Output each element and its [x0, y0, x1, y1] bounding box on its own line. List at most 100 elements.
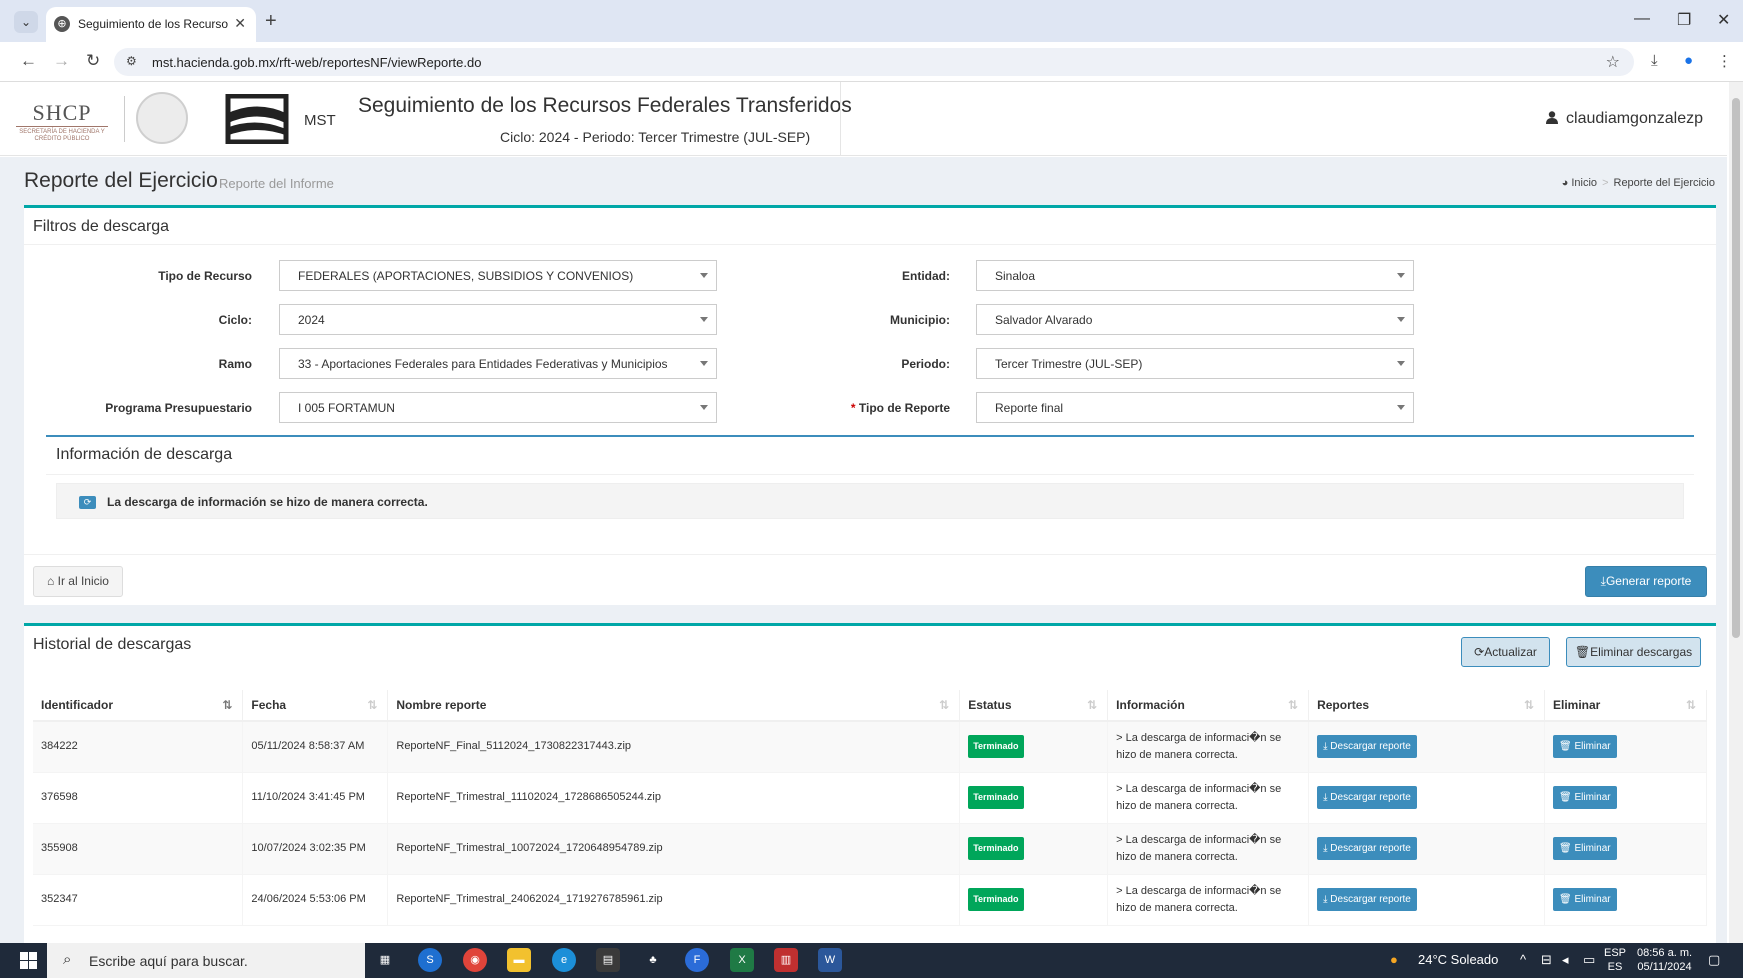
delete-button[interactable]: 🗑 Eliminar [1553, 888, 1617, 911]
download-icon[interactable]: ⤓ [1651, 52, 1658, 69]
restore-button[interactable]: ❐ [1677, 10, 1691, 30]
taskbar-search[interactable]: ⌕ Escribe aquí para buscar. [47, 943, 365, 978]
tipo-reporte-label: * Tipo de Reporte [764, 401, 950, 415]
tipo-recurso-label: Tipo de Recurso [158, 269, 252, 283]
people-app-icon[interactable]: ♣ [641, 948, 665, 972]
chevron-down-icon [1397, 317, 1405, 322]
delete-downloads-button[interactable]: 🗑Eliminar descargas [1566, 637, 1701, 667]
periodo-select[interactable]: Tercer Trimestre (JUL-SEP) [976, 348, 1414, 379]
download-report-button[interactable]: ⤓ Descargar reporte [1317, 786, 1417, 809]
col-fecha[interactable]: Fecha ⇅ [242, 690, 389, 722]
col-estatus[interactable]: Estatus ⇅ [959, 690, 1109, 722]
programa-value: I 005 FORTAMUN [298, 401, 395, 415]
calculator-icon[interactable]: ▤ [596, 948, 620, 972]
file-explorer-icon[interactable]: ▬ [507, 948, 531, 972]
action-center-icon[interactable]: ▢ [1708, 952, 1720, 968]
language-indicator[interactable]: ESP ES [1604, 946, 1626, 974]
download-icon: ⤓ [1323, 741, 1328, 753]
page-scrollbar[interactable] [1729, 82, 1743, 943]
page-title: Reporte del Ejercicio [24, 169, 218, 192]
profile-icon[interactable]: ● [1684, 52, 1693, 69]
app-f-icon[interactable]: F [685, 948, 709, 972]
weather-icon[interactable]: ● [1390, 952, 1398, 967]
tipo-reporte-select[interactable]: Reporte final [976, 392, 1414, 423]
row-nombre: ReporteNF_Trimestral_24062024_1719276785… [387, 874, 961, 926]
municipio-select[interactable]: Salvador Alvarado [976, 304, 1414, 335]
tray-chevron-icon[interactable]: ^ [1520, 952, 1526, 967]
user-menu[interactable]: claudiamgonzalezp [1546, 110, 1703, 128]
edge-icon[interactable]: e [552, 948, 576, 972]
network-icon[interactable]: ⊟ [1541, 952, 1552, 968]
refresh-button[interactable]: ⟳Actualizar [1461, 637, 1550, 667]
home-button[interactable]: ⌂ Ir al Inicio [33, 566, 123, 597]
row-eliminar: 🗑 Eliminar [1544, 874, 1707, 926]
row-nombre: ReporteNF_Trimestral_10072024_1720648954… [387, 823, 961, 875]
flag-app-icon[interactable]: ▥ [774, 948, 798, 972]
scrollbar-thumb[interactable] [1732, 98, 1740, 638]
search-placeholder: Escribe aquí para buscar. [89, 953, 248, 969]
ramo-select[interactable]: 33 - Aportaciones Federales para Entidad… [279, 348, 717, 379]
taskbar: ⌕ Escribe aquí para buscar. ▦ S ◉ ▬ e ▤ … [0, 943, 1743, 978]
tab-search-button[interactable]: ⌄ [14, 11, 38, 33]
download-report-label: Descargar reporte [1330, 792, 1411, 803]
sort-icon: ⇅ [1685, 698, 1696, 712]
download-report-button[interactable]: ⤓ Descargar reporte [1317, 837, 1417, 860]
row-eliminar: 🗑 Eliminar [1544, 721, 1707, 773]
refresh-label: Actualizar [1484, 645, 1537, 659]
table-row: 355908 10/07/2024 3:02:35 PM ReporteNF_T… [33, 823, 1707, 875]
generate-report-button[interactable]: ⤓Generar reporte [1585, 566, 1707, 597]
tab-title: Seguimiento de los Recursos F [78, 17, 228, 31]
delete-button[interactable]: 🗑 Eliminar [1553, 735, 1617, 759]
reload-button[interactable]: ↻ [86, 51, 100, 71]
task-view-icon[interactable]: ▦ [373, 948, 397, 972]
col-informacion[interactable]: Información ⇅ [1107, 690, 1310, 722]
row-reportes: ⤓ Descargar reporte [1308, 823, 1545, 875]
volume-icon[interactable]: ◂ [1562, 952, 1569, 968]
delete-label: Eliminar [1574, 741, 1611, 753]
excel-icon[interactable]: X [730, 948, 754, 972]
browser-tab[interactable]: ⊕ Seguimiento de los Recursos F ✕ [46, 7, 256, 42]
new-tab-button[interactable]: + [265, 10, 277, 33]
national-seal-icon [136, 92, 188, 144]
url-bar[interactable]: ⚙ mst.hacienda.gob.mx/rft-web/reportesNF… [114, 48, 1634, 76]
close-window-button[interactable]: ✕ [1717, 10, 1730, 30]
municipio-label: Municipio: [890, 313, 950, 327]
bookmark-star-icon[interactable]: ☆ [1606, 52, 1620, 72]
download-report-button[interactable]: ⤓ Descargar reporte [1317, 888, 1417, 911]
col-nombre[interactable]: Nombre reporte ⇅ [387, 690, 961, 722]
chrome-icon[interactable]: ◉ [463, 948, 487, 972]
delete-button[interactable]: 🗑 Eliminar [1553, 837, 1617, 860]
site-settings-icon[interactable]: ⚙ [126, 54, 137, 68]
browser-tabbar: ⌄ ⊕ Seguimiento de los Recursos F ✕ + — … [0, 0, 1743, 42]
word-icon[interactable]: W [818, 948, 842, 972]
menu-kebab-icon[interactable]: ⋮ [1717, 52, 1732, 70]
download-alert: ⟳ La descarga de información se hizo de … [56, 483, 1684, 519]
minimize-button[interactable]: — [1634, 10, 1650, 28]
trash-icon: 🗑 [1559, 741, 1572, 753]
close-tab-icon[interactable]: ✕ [234, 15, 246, 32]
entidad-label: Entidad: [902, 269, 950, 283]
forward-button[interactable]: → [53, 51, 70, 71]
notification-status-icon[interactable]: ▭ [1583, 952, 1595, 968]
ciclo-select[interactable]: 2024 [279, 304, 717, 335]
windows-start-icon[interactable] [20, 952, 37, 969]
row-eliminar: 🗑 Eliminar [1544, 823, 1707, 875]
back-button[interactable]: ← [20, 51, 37, 71]
row-nombre: ReporteNF_Trimestral_11102024_1728686505… [387, 772, 961, 824]
programa-select[interactable]: I 005 FORTAMUN [279, 392, 717, 423]
breadcrumb-home[interactable]: Inicio [1571, 177, 1597, 189]
skype-icon[interactable]: S [418, 948, 442, 972]
download-report-button[interactable]: ⤓ Descargar reporte [1317, 735, 1417, 759]
weather-text[interactable]: 24°C Soleado [1418, 952, 1498, 967]
delete-button[interactable]: 🗑 Eliminar [1553, 786, 1617, 809]
col-reportes[interactable]: Reportes ⇅ [1308, 690, 1545, 722]
col-label: Estatus [968, 698, 1012, 712]
home-icon: ⌂ [47, 574, 55, 588]
system-clock[interactable]: 08:56 a. m. 05/11/2024 [1637, 946, 1692, 974]
col-label: Reportes [1317, 698, 1370, 712]
col-identificador[interactable]: Identificador ⇅ [33, 690, 244, 722]
col-eliminar[interactable]: Eliminar ⇅ [1544, 690, 1707, 722]
entidad-select[interactable]: Sinaloa [976, 260, 1414, 291]
tipo-recurso-select[interactable]: FEDERALES (APORTACIONES, SUBSIDIOS Y CON… [279, 260, 717, 291]
breadcrumb-current: Reporte del Ejercicio [1613, 177, 1716, 189]
